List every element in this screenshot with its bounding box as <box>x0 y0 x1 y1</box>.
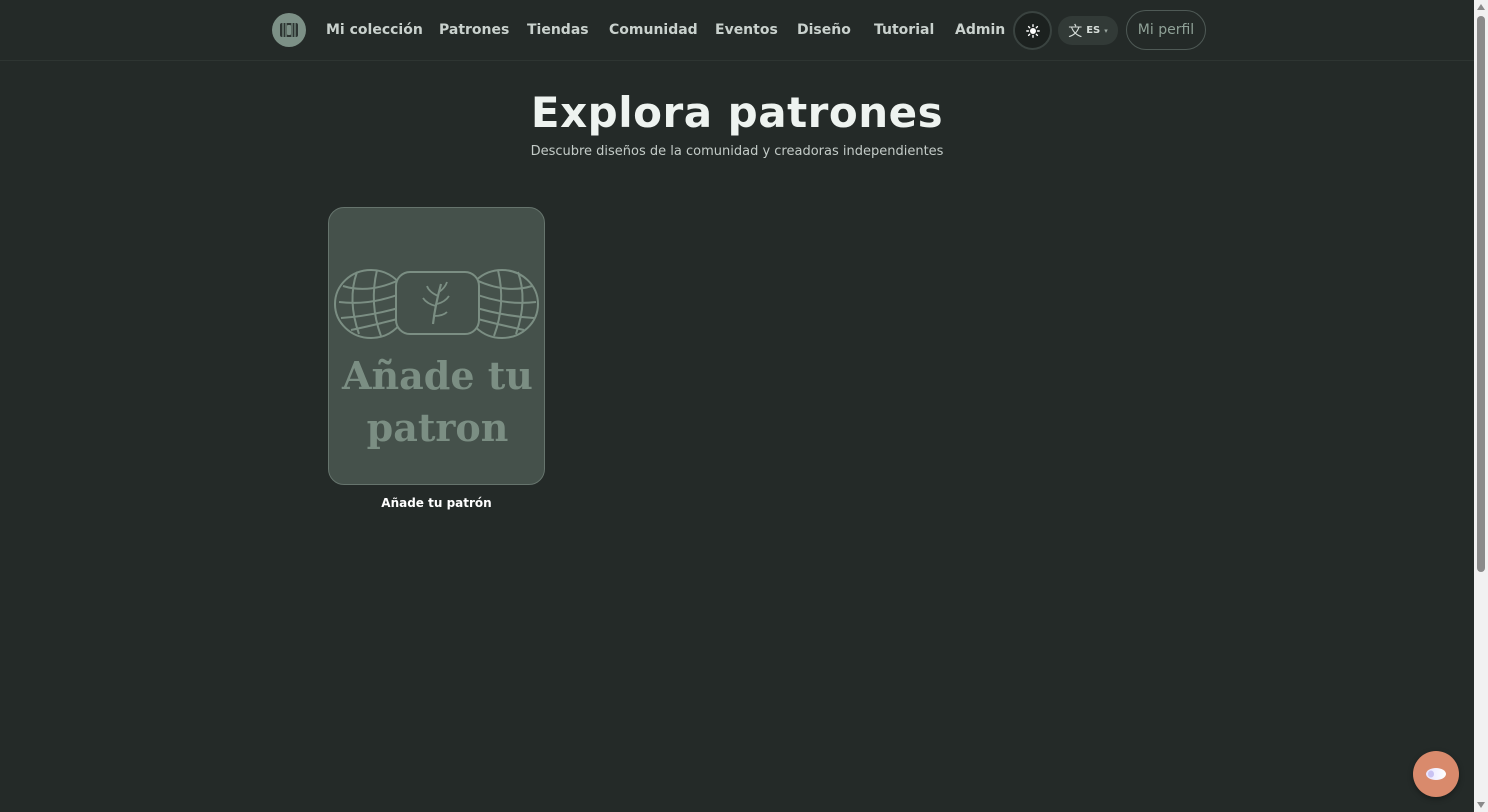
pattern-card-add[interactable]: Añade tu patron <box>328 207 545 485</box>
chat-bubble-icon <box>1426 768 1446 780</box>
scrollbar-thumb[interactable] <box>1477 16 1485 572</box>
nav-link-eventos[interactable]: Eventos <box>715 22 778 38</box>
pattern-card-image-line-2: patron <box>366 405 509 450</box>
theme-toggle-button[interactable] <box>1013 11 1052 50</box>
nav-link-comunidad[interactable]: Comunidad <box>609 22 698 38</box>
vertical-scrollbar[interactable] <box>1474 0 1488 812</box>
nav-link-tutorial[interactable]: Tutorial <box>874 22 934 38</box>
nav-link-mi-coleccion[interactable]: Mi colección <box>326 22 423 38</box>
page-subtitle: Descubre diseños de la comunidad y cread… <box>530 144 944 159</box>
chevron-down-icon: ▾ <box>1104 26 1108 35</box>
page: Mi colección Patrones Tiendas Comunidad … <box>0 0 1488 812</box>
yarn-skein-icon <box>334 269 539 339</box>
nav-link-patrones[interactable]: Patrones <box>439 22 509 38</box>
sun-icon <box>1025 23 1040 38</box>
chat-button[interactable] <box>1413 751 1459 797</box>
pattern-card-caption[interactable]: Añade tu patrón <box>328 496 545 510</box>
language-selector[interactable]: 文 ES ▾ <box>1058 16 1118 45</box>
translate-icon: 文 <box>1068 23 1083 40</box>
pattern-card-image-line-1: Añade tu <box>342 353 533 398</box>
nav-link-tiendas[interactable]: Tiendas <box>527 22 589 38</box>
page-title: Explora patrones <box>530 88 944 137</box>
language-code: ES <box>1086 25 1101 36</box>
scroll-up-arrow-icon[interactable] <box>1477 4 1485 10</box>
top-nav: Mi colección Patrones Tiendas Comunidad … <box>0 0 1474 61</box>
profile-button[interactable]: Mi perfil <box>1126 10 1206 50</box>
pattern-card-image-text: Añade tu patron <box>329 350 544 454</box>
nav-link-admin[interactable]: Admin <box>955 22 1005 38</box>
scroll-down-arrow-icon[interactable] <box>1477 802 1485 808</box>
yarn-logo-icon[interactable] <box>272 13 306 47</box>
nav-link-diseno[interactable]: Diseño <box>797 22 851 38</box>
